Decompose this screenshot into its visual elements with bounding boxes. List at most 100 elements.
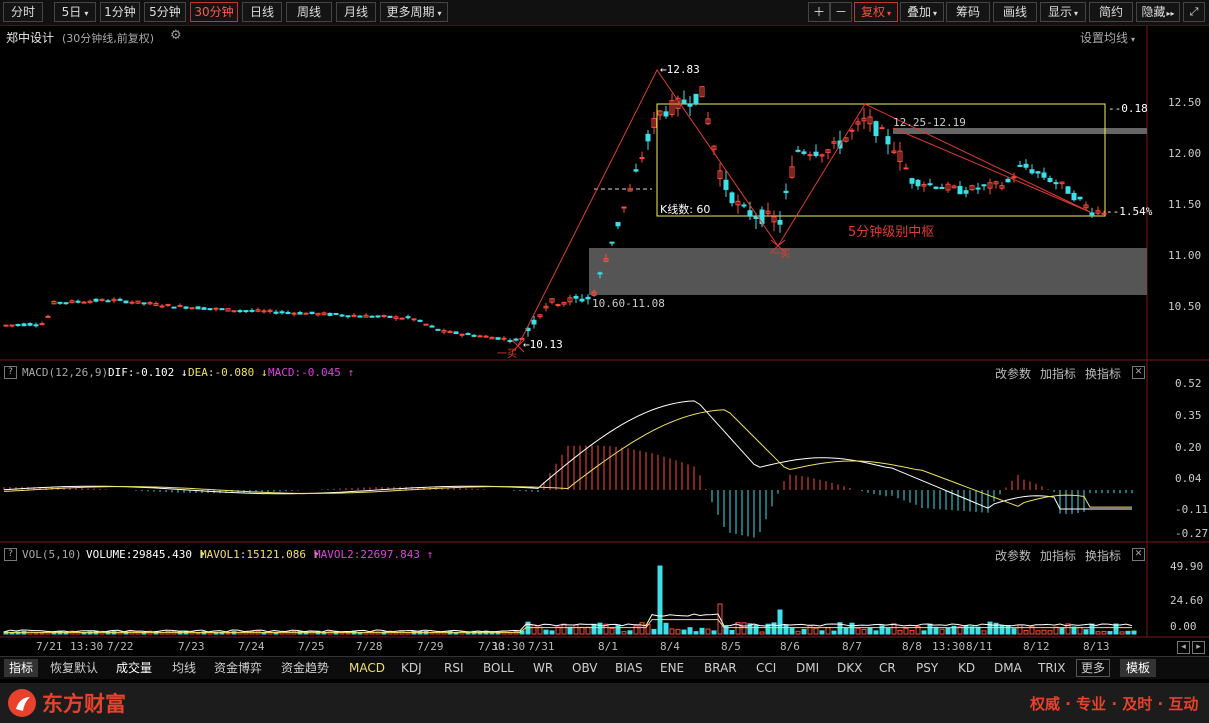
candle <box>621 206 627 214</box>
candle <box>765 202 771 216</box>
volume-bar <box>543 629 549 635</box>
tab-boll[interactable]: BOLL <box>483 659 514 677</box>
tab-obv[interactable]: OBV <box>572 659 598 677</box>
candle <box>309 311 315 315</box>
candle <box>81 301 87 304</box>
question-icon[interactable]: ? <box>4 366 17 379</box>
candle <box>339 314 345 317</box>
footer-bar: 东方财富 权威 · 专业 · 及时 · 互动 <box>0 683 1209 723</box>
candle <box>969 184 975 191</box>
candle <box>1077 196 1083 201</box>
volume-bar <box>39 632 45 635</box>
buy-mark-1: 一买 <box>497 349 517 360</box>
candle <box>249 308 255 313</box>
macd-switch-indicator-button[interactable]: 换指标 <box>1085 365 1121 382</box>
close-icon[interactable]: ✕ <box>1132 366 1145 379</box>
candle <box>159 304 165 309</box>
candle <box>615 222 621 230</box>
tab-rsi[interactable]: RSI <box>444 659 464 677</box>
candle <box>939 183 945 189</box>
high-price-value: 12.83 <box>666 63 700 76</box>
tab-ene[interactable]: ENE <box>660 659 684 677</box>
candle <box>735 194 741 214</box>
volume-bar <box>579 626 585 635</box>
candle <box>1059 181 1065 190</box>
more-indicators-button[interactable]: 更多 <box>1076 659 1111 677</box>
volume-bar <box>465 632 471 635</box>
tab-cci[interactable]: CCI <box>756 659 776 677</box>
macd-add-indicator-button[interactable]: 加指标 <box>1040 365 1076 382</box>
volume-bar <box>591 623 597 635</box>
candle <box>303 312 309 315</box>
tab-dmi[interactable]: DMI <box>796 659 819 677</box>
candle <box>813 144 819 158</box>
macd-tick: 0.04 <box>1175 472 1202 485</box>
date-tick: 13:30 <box>492 640 526 653</box>
candle <box>363 313 369 318</box>
candle <box>237 309 243 313</box>
tab-capital-trend[interactable]: 资金趋势 <box>281 659 329 677</box>
candle <box>441 328 447 335</box>
volume-bar <box>1011 628 1017 635</box>
volume-bar <box>711 630 717 635</box>
candle <box>705 111 711 126</box>
candle <box>699 86 705 98</box>
template-button[interactable]: 模板 <box>1120 659 1157 677</box>
tab-dkx[interactable]: DKX <box>837 659 862 677</box>
close-icon[interactable]: ✕ <box>1132 548 1145 561</box>
volume-bar <box>831 630 837 635</box>
tab-trix[interactable]: TRIX <box>1038 659 1065 677</box>
candle <box>297 310 303 315</box>
date-tick: 8/7 <box>842 640 862 653</box>
volume-bar <box>1047 630 1053 635</box>
tab-cr[interactable]: CR <box>879 659 896 677</box>
candle <box>1065 186 1071 194</box>
vol-change-params-button[interactable]: 改参数 <box>995 547 1031 564</box>
candle <box>63 302 69 305</box>
scroll-right-icon[interactable]: ▸ <box>1192 641 1205 654</box>
candle <box>909 177 915 189</box>
tab-bias[interactable]: BIAS <box>615 659 643 677</box>
candle <box>657 109 663 121</box>
volume-bar <box>693 631 699 635</box>
tab-wr[interactable]: WR <box>533 659 553 677</box>
candle <box>375 315 381 319</box>
candle <box>57 301 63 305</box>
candle <box>945 181 951 193</box>
volume-bar <box>861 628 867 635</box>
candle <box>465 332 471 336</box>
tab-volume[interactable]: 成交量 <box>116 659 152 677</box>
volume-bar <box>657 565 663 635</box>
volume-bar <box>705 628 711 635</box>
vol-add-indicator-button[interactable]: 加指标 <box>1040 547 1076 564</box>
volume-bar <box>1113 623 1119 635</box>
tab-macd[interactable]: MACD <box>349 659 385 677</box>
tab-kd[interactable]: KD <box>958 659 975 677</box>
volume-bar <box>897 629 903 635</box>
vol-volume-value: VOLUME:29845.430 <box>86 548 192 561</box>
tab-brar[interactable]: BRAR <box>704 659 737 677</box>
macd-dea: DEA:-0.080 ↓ <box>188 366 267 379</box>
scroll-left-icon[interactable]: ◂ <box>1177 641 1190 654</box>
question-icon[interactable]: ? <box>4 548 17 561</box>
tab-dma[interactable]: DMA <box>994 659 1022 677</box>
tab-psy[interactable]: PSY <box>916 659 938 677</box>
volume-bar <box>777 609 783 635</box>
date-tick: 13:30 <box>932 640 966 653</box>
arrow-up-icon: ↑ <box>347 366 355 379</box>
macd-change-params-button[interactable]: 改参数 <box>995 365 1031 382</box>
candle <box>1041 167 1047 180</box>
vol-volume: VOLUME:29845.430 ↑ <box>86 548 205 561</box>
macd-title: MACD(12,26,9) <box>22 366 109 379</box>
volume-bar <box>885 627 891 635</box>
tab-ma[interactable]: 均线 <box>172 659 196 677</box>
vol-switch-indicator-button[interactable]: 换指标 <box>1085 547 1121 564</box>
volume-bar <box>753 624 759 635</box>
indicator-label-tab[interactable]: 指标 <box>4 659 39 677</box>
tab-capital-game[interactable]: 资金博弈 <box>214 659 262 677</box>
restore-default-tab[interactable]: 恢复默认 <box>50 659 98 677</box>
candle <box>585 294 591 305</box>
candle <box>255 307 261 313</box>
candle <box>351 313 357 317</box>
tab-kdj[interactable]: KDJ <box>401 659 422 677</box>
